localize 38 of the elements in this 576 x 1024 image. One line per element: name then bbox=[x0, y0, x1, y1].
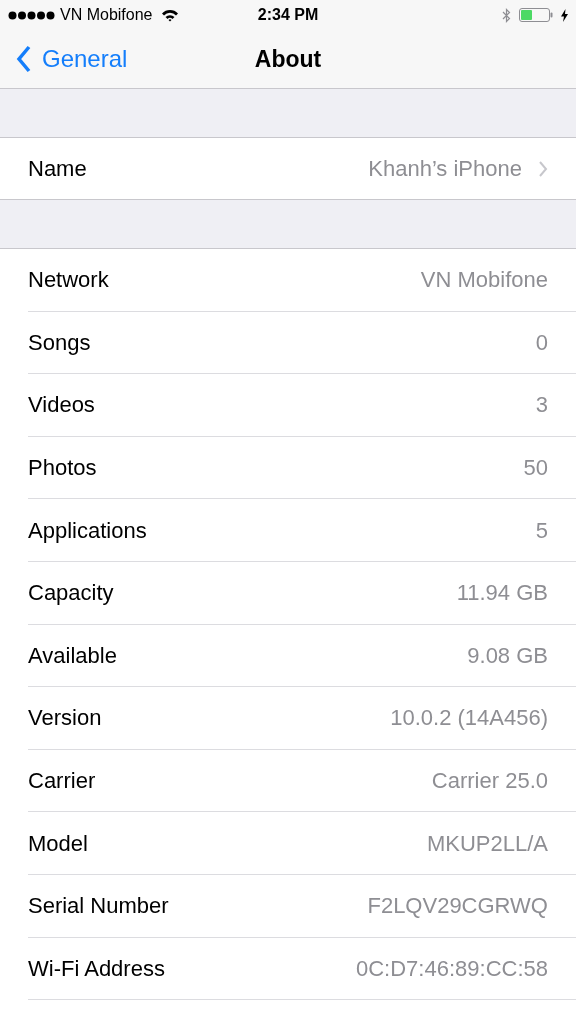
row-label: Serial Number bbox=[28, 892, 169, 921]
row-value: 10.0.2 (14A456) bbox=[390, 704, 548, 733]
bluetooth-icon bbox=[502, 7, 511, 23]
row-label: Photos bbox=[28, 454, 97, 483]
row-value: Khanh’s iPhone bbox=[368, 155, 522, 183]
row-value: 50 bbox=[523, 454, 548, 483]
back-button[interactable]: General bbox=[0, 41, 128, 77]
row-label: Available bbox=[28, 641, 117, 670]
chevron-icon bbox=[538, 160, 548, 177]
row-value: 3 bbox=[535, 391, 548, 420]
charging-icon bbox=[561, 8, 568, 22]
row-label: Carrier bbox=[28, 767, 96, 796]
row-label: Name bbox=[28, 155, 87, 183]
carrier-name: VN Mobifone bbox=[60, 5, 153, 25]
row-label: Model bbox=[28, 829, 88, 858]
row-value: 0C:D7:46:89:CC:58 bbox=[356, 954, 548, 983]
row-value: 0 bbox=[535, 328, 548, 357]
row-value: 11.94 GB bbox=[456, 579, 548, 608]
page-title: About bbox=[254, 44, 322, 74]
row-value: 5 bbox=[535, 516, 548, 545]
signal-icon bbox=[8, 10, 56, 20]
wifi-icon bbox=[160, 8, 179, 22]
battery-icon bbox=[519, 8, 553, 22]
row-value: MKUP2LL/A bbox=[426, 829, 548, 858]
row-label: Wi-Fi Address bbox=[28, 954, 165, 983]
row-label: Network bbox=[28, 266, 109, 295]
row-value: Carrier 25.0 bbox=[431, 767, 548, 796]
status-time: 2:34 PM bbox=[257, 5, 319, 25]
row-label: Capacity bbox=[28, 579, 114, 608]
back-chevron-icon bbox=[16, 45, 32, 73]
row-label: Videos bbox=[28, 391, 95, 420]
row-value: F2LQV29CGRWQ bbox=[367, 892, 548, 921]
row-value: 9.08 GB bbox=[467, 641, 548, 670]
row-label: Applications bbox=[28, 516, 147, 545]
row-value: VN Mobifone bbox=[420, 266, 548, 295]
row-label: Version bbox=[28, 704, 102, 733]
row-label: Songs bbox=[28, 328, 91, 357]
name-row[interactable]: Name Khanh’s iPhone bbox=[0, 137, 576, 200]
